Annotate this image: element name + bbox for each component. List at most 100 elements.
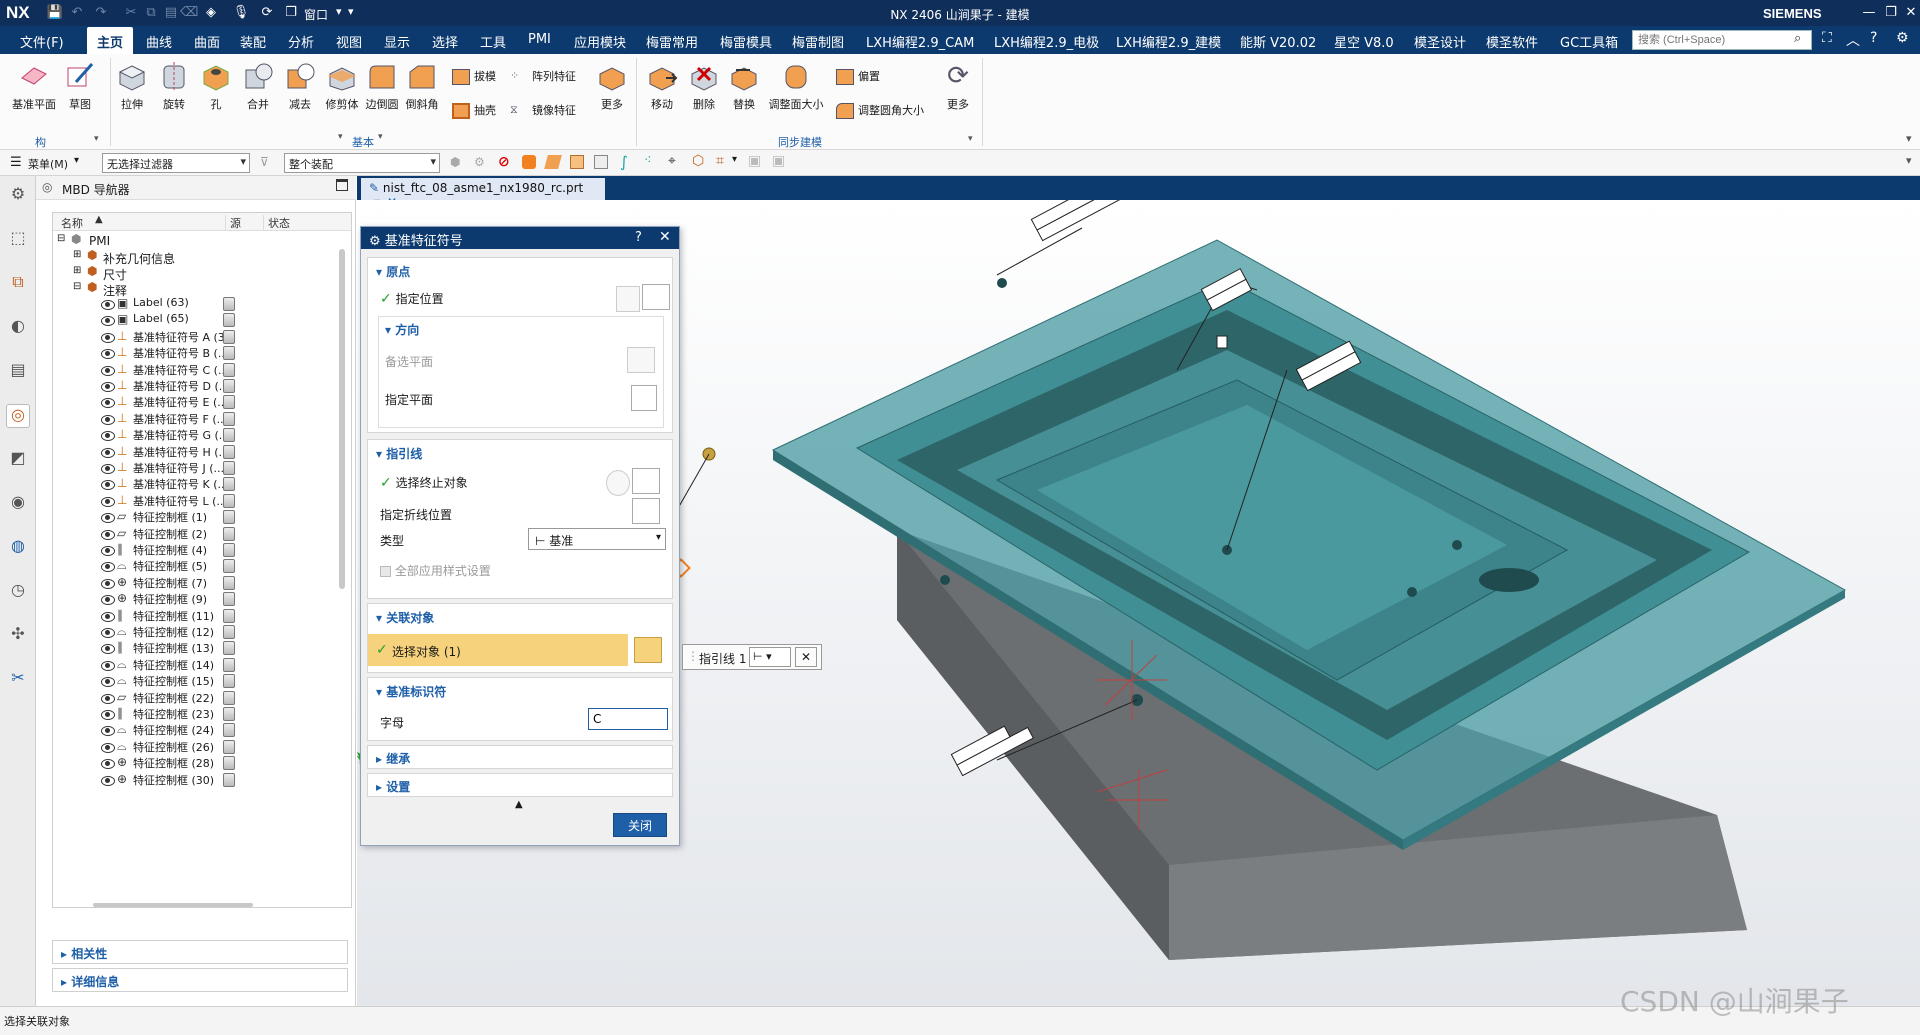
face-filter-icon[interactable] <box>544 155 562 169</box>
tab-applications[interactable]: 应用模块 <box>574 32 626 51</box>
dialog-help-icon[interactable]: ? <box>635 230 642 245</box>
collapse-toggle-icon[interactable]: ⊟ <box>57 233 65 244</box>
tab-analysis[interactable]: 分析 <box>288 32 314 51</box>
tab-view[interactable]: 视图 <box>336 32 362 51</box>
part-navigator-icon[interactable]: ◐ <box>6 316 30 340</box>
selection-scope-select[interactable]: 整个装配 <box>284 153 440 173</box>
visibility-eye-icon[interactable] <box>101 546 115 556</box>
visibility-eye-icon[interactable] <box>101 414 115 425</box>
more-sync-button[interactable]: ⟳ 更多 <box>938 60 978 112</box>
tab-pmi[interactable]: PMI <box>528 32 551 47</box>
point-filter-icon[interactable]: ⁖ <box>644 153 652 168</box>
command-search-input[interactable] <box>1632 30 1812 50</box>
navigator-tree[interactable]: 名称 ▲ 源 状态 ⊟ ⬢ PMI ⊞ ⬢ 补充几何信息 ⊞ ⬢ 尺寸 ⊟ ⬢ … <box>52 212 352 908</box>
select-object-row[interactable]: ✓ 选择对象 (1) <box>368 634 672 668</box>
select-object-icon[interactable] <box>634 637 662 663</box>
visibility-eye-icon[interactable] <box>101 759 115 770</box>
details-panel[interactable]: ▸ 详细信息 <box>52 968 348 992</box>
tab-select[interactable]: 选择 <box>432 32 458 51</box>
maximize-panel-icon[interactable] <box>336 179 348 191</box>
sync-group-chevron-icon[interactable]: ▾ <box>968 134 973 144</box>
tab-display[interactable]: 显示 <box>384 32 410 51</box>
process-studio-icon[interactable]: ✣ <box>6 624 30 648</box>
leader-type-dropdown[interactable]: ⊢ ▾ <box>749 647 791 667</box>
column-name[interactable]: 名称 <box>61 215 83 231</box>
visibility-eye-icon[interactable] <box>101 562 115 573</box>
tab-lxh-cam[interactable]: LXH编程2.9_CAM <box>866 32 974 51</box>
roles-icon[interactable]: ✂ <box>6 668 30 692</box>
unite-button[interactable]: 合并 <box>238 60 278 112</box>
hd3d-tools-icon[interactable]: ◩ <box>6 448 30 472</box>
tab-assembly[interactable]: 装配 <box>240 32 266 51</box>
replace-face-button[interactable]: 替换 <box>724 60 764 112</box>
delete-face-button[interactable]: 删除 <box>684 60 724 112</box>
selection-bar-chevron-icon[interactable]: ▾ <box>1906 154 1912 167</box>
body-filter-icon[interactable] <box>522 155 536 169</box>
extrude-button[interactable]: 拉伸 <box>112 60 152 112</box>
subtract-button[interactable]: 减去 <box>280 60 320 112</box>
visibility-eye-icon[interactable] <box>101 447 115 458</box>
chamfer-button[interactable]: 倒斜角 <box>402 60 442 112</box>
hamburger-menu-icon[interactable]: ☰ <box>10 155 22 170</box>
dependencies-panel[interactable]: ▸ 相关性 <box>52 940 348 964</box>
expand-toggle-icon[interactable]: ⊞ <box>73 265 81 276</box>
help-icon[interactable]: ? <box>1870 30 1877 46</box>
part-navigator-icon[interactable]: ▣ <box>772 153 785 169</box>
visibility-eye-icon[interactable] <box>101 398 115 409</box>
letter-input[interactable] <box>588 708 668 730</box>
tab-gc-toolbox[interactable]: GC工具箱 <box>1560 32 1618 51</box>
tab-tools[interactable]: 工具 <box>480 32 506 51</box>
visibility-eye-icon[interactable] <box>101 382 115 392</box>
tab-mosheng-design[interactable]: 模圣设计 <box>1414 32 1466 51</box>
column-status[interactable]: 状态 <box>263 215 290 231</box>
tab-home[interactable]: 主页 <box>87 27 134 54</box>
move-face-button[interactable]: 移动 <box>640 60 684 112</box>
tree-row-annotation[interactable]: ⊕ 特征控制框 (30) <box>53 771 333 791</box>
visibility-eye-icon[interactable] <box>101 578 115 589</box>
close-icon[interactable]: ✕ <box>1898 3 1920 23</box>
snap-settings-icon[interactable]: ⌗ <box>716 153 724 169</box>
menu-button[interactable]: 菜单(M) <box>28 156 68 172</box>
section-header-origin[interactable]: ▾ 原点 <box>368 258 672 285</box>
specify-location-row[interactable]: ✓ 指定位置 <box>380 290 444 307</box>
point-dialog-icon[interactable] <box>642 284 670 310</box>
visibility-eye-icon[interactable] <box>101 513 115 524</box>
pattern-feature-button[interactable]: ⁘ 阵列特征 <box>510 68 576 85</box>
tab-lxh-modeling[interactable]: LXH编程2.9_建模 <box>1116 32 1221 51</box>
add-leader-icon[interactable] <box>606 470 630 496</box>
offset-region-button[interactable]: 偏置 <box>836 68 880 85</box>
section-header-leader[interactable]: ▾ 指引线 <box>368 440 672 467</box>
tab-lxh-electrode[interactable]: LXH编程2.9_电极 <box>994 32 1099 51</box>
tab-xingkong[interactable]: 星空 V8.0 <box>1334 32 1394 51</box>
sheet-filter-icon[interactable] <box>594 155 608 169</box>
mirror-feature-button[interactable]: ⧖ 镜像特征 <box>510 102 576 119</box>
tab-mosheng-software[interactable]: 模圣软件 <box>1486 32 1538 51</box>
tree-horizontal-scrollbar[interactable] <box>93 903 253 907</box>
visibility-eye-icon[interactable] <box>101 316 115 327</box>
terminating-object-icon[interactable] <box>632 468 660 494</box>
more-basic-button[interactable]: 更多 <box>592 60 632 112</box>
settings-gear-icon[interactable]: ⚙ <box>1896 30 1909 46</box>
feature-filter-icon[interactable] <box>570 155 584 169</box>
tab-part-file[interactable]: ✎ nist_ftc_08_asme1_nx1980_rc.prt ▫ ✕ <box>361 178 605 209</box>
assembly-navigator-icon[interactable]: ⬚ <box>6 228 30 252</box>
visibility-eye-icon[interactable] <box>101 726 115 737</box>
revolve-button[interactable]: 旋转 <box>154 60 194 112</box>
dialog-gear-icon[interactable]: ⚙ <box>369 234 385 249</box>
search-icon[interactable]: ⌕ <box>1794 31 1801 46</box>
palette-icon[interactable]: ◍ <box>6 536 30 560</box>
web-browser-icon[interactable]: ◉ <box>6 492 30 516</box>
constraint-navigator-icon[interactable]: ⧉ <box>6 272 30 296</box>
type-filter-select[interactable]: 无选择过滤器 <box>102 153 250 173</box>
tree-scrollbar[interactable] <box>339 249 345 589</box>
collapse-dialog-icon[interactable]: ▲ <box>515 799 523 810</box>
visibility-eye-icon[interactable] <box>101 710 115 720</box>
section-header-identifier[interactable]: ▾ 基准标识符 <box>368 678 672 705</box>
visibility-eye-icon[interactable] <box>101 611 115 622</box>
menu-file[interactable]: 文件(F) <box>20 32 64 51</box>
visibility-eye-icon[interactable] <box>101 742 115 753</box>
visibility-eye-icon[interactable] <box>101 300 115 310</box>
leader-type-select[interactable]: ⊢ 基准 ▾ <box>528 528 666 550</box>
tab-nengsi[interactable]: 能斯 V20.02 <box>1240 32 1316 51</box>
datum-plane-button[interactable]: 基准平面 <box>10 60 58 112</box>
